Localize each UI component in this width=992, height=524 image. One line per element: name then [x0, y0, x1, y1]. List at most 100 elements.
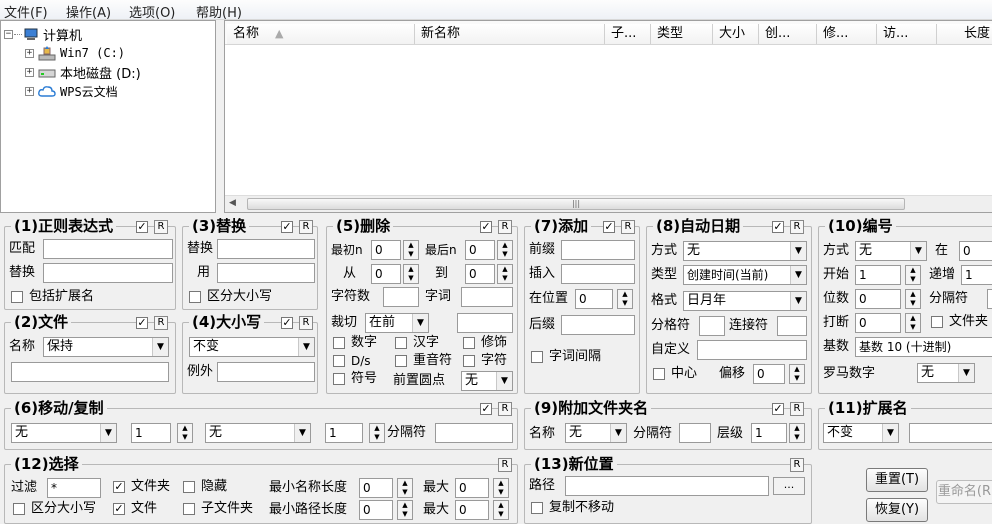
- file-name-input[interactable]: [11, 362, 169, 382]
- col-sub[interactable]: 子...: [605, 24, 651, 44]
- num-folder-checkbox[interactable]: [931, 316, 943, 328]
- select-reset-button[interactable]: R: [498, 458, 512, 472]
- tree-item-d[interactable]: + 本地磁盘 (D:): [25, 63, 141, 82]
- date-custom-input[interactable]: [697, 340, 807, 360]
- regex-replace-input[interactable]: [43, 263, 173, 283]
- num-break-input[interactable]: 0: [855, 313, 901, 333]
- expand-icon[interactable]: +: [25, 86, 34, 96]
- num-digits-spinner[interactable]: ▲ ▼: [905, 289, 921, 309]
- col-newname[interactable]: 新名称: [415, 24, 605, 44]
- file-enable-checkbox[interactable]: ✓: [136, 317, 148, 329]
- hidden-checkbox[interactable]: [183, 481, 195, 493]
- col-accessed[interactable]: 访...: [877, 24, 937, 44]
- restore-button[interactable]: 恢复(Y): [866, 498, 928, 522]
- pane-splitter[interactable]: [216, 20, 224, 213]
- scroll-thumb[interactable]: |||: [247, 198, 905, 210]
- col-created[interactable]: 创...: [759, 24, 817, 44]
- date-sep-input[interactable]: [699, 316, 725, 336]
- num-base-select[interactable]: 基数 10 (十进制): [855, 337, 992, 357]
- num-start-spinner[interactable]: ▲ ▼: [905, 265, 921, 285]
- hanzi-checkbox[interactable]: [395, 337, 407, 349]
- browse-button[interactable]: ...: [773, 477, 805, 495]
- to-spinner[interactable]: ▲ ▼: [497, 264, 513, 284]
- digits-checkbox[interactable]: [333, 337, 345, 349]
- ds-checkbox[interactable]: [333, 355, 345, 367]
- with-input[interactable]: [217, 263, 315, 283]
- delete-reset-button[interactable]: R: [498, 220, 512, 234]
- from-input[interactable]: 0: [371, 264, 401, 284]
- trim-checkbox[interactable]: [463, 337, 475, 349]
- case-reset-button[interactable]: R: [299, 316, 313, 330]
- append-level-spinner[interactable]: ▲ ▼: [789, 423, 805, 443]
- files-checkbox[interactable]: ✓: [113, 503, 125, 515]
- min-name-input[interactable]: 0: [359, 478, 393, 498]
- newloc-reset-button[interactable]: R: [790, 458, 804, 472]
- max-name-spinner[interactable]: ▲ ▼: [493, 478, 509, 498]
- append-name-select[interactable]: 无 ▼: [565, 423, 627, 443]
- path-input[interactable]: [565, 476, 769, 496]
- col-name[interactable]: 名称 ▲: [227, 24, 415, 44]
- folder-tree[interactable]: − 计算机 + Win7 (C:) + 本地磁盘 (D:) + WPS云文档: [0, 20, 216, 213]
- append-sep-input[interactable]: [679, 423, 711, 443]
- select-case-checkbox[interactable]: [13, 503, 25, 515]
- move-reset-button[interactable]: R: [498, 402, 512, 416]
- num-sep-input[interactable]: [987, 289, 992, 309]
- date-type-select[interactable]: 创建时间(当前) ▼: [683, 265, 807, 285]
- add-enable-checkbox[interactable]: ✓: [603, 221, 615, 233]
- except-input[interactable]: [217, 362, 315, 382]
- append-enable-checkbox[interactable]: ✓: [772, 403, 784, 415]
- from-spinner[interactable]: ▲ ▼: [403, 264, 419, 284]
- num-mode-select[interactable]: 无 ▼: [855, 241, 927, 261]
- menu-help[interactable]: 帮助(H): [196, 2, 242, 21]
- words-input[interactable]: [461, 287, 513, 307]
- suffix-input[interactable]: [561, 315, 635, 335]
- first-n-input[interactable]: 0: [371, 240, 401, 260]
- max-path-input[interactable]: 0: [455, 500, 489, 520]
- col-modified[interactable]: 修...: [817, 24, 877, 44]
- file-list[interactable]: 名称 ▲ 新名称 子... 类型 大小 创... 修... 访... 长度 ◀ |…: [224, 20, 992, 213]
- crop-select[interactable]: 在前 ▼: [365, 313, 429, 333]
- move-count-spinner[interactable]: ▲ ▼: [177, 423, 193, 443]
- chars-input[interactable]: [383, 287, 419, 307]
- num-start-input[interactable]: 1: [855, 265, 901, 285]
- num-roman-select[interactable]: 无 ▼: [917, 363, 975, 383]
- subfolders-checkbox[interactable]: [183, 503, 195, 515]
- offset-spinner[interactable]: ▲ ▼: [789, 364, 805, 384]
- filter-input[interactable]: *: [47, 478, 101, 498]
- file-reset-button[interactable]: R: [154, 316, 168, 330]
- max-name-input[interactable]: 0: [455, 478, 489, 498]
- move-to-count-input[interactable]: 1: [325, 423, 363, 443]
- date-format-select[interactable]: 日月年 ▼: [683, 291, 807, 311]
- min-name-spinner[interactable]: ▲ ▼: [397, 478, 413, 498]
- autodate-reset-button[interactable]: R: [790, 220, 804, 234]
- replace-enable-checkbox[interactable]: ✓: [281, 221, 293, 233]
- lead-dots-select[interactable]: 无 ▼: [461, 371, 513, 391]
- first-n-spinner[interactable]: ▲ ▼: [403, 240, 419, 260]
- symbols-checkbox[interactable]: [333, 373, 345, 385]
- date-conn-input[interactable]: [777, 316, 807, 336]
- ext-select[interactable]: 不变 ▼: [823, 423, 899, 443]
- at-pos-input[interactable]: 0: [575, 289, 613, 309]
- append-level-input[interactable]: 1: [751, 423, 787, 443]
- case-enable-checkbox[interactable]: ✓: [281, 317, 293, 329]
- scroll-left-icon[interactable]: ◀: [229, 198, 236, 208]
- center-checkbox[interactable]: [653, 368, 665, 380]
- max-path-spinner[interactable]: ▲ ▼: [493, 500, 509, 520]
- regex-enable-checkbox[interactable]: ✓: [136, 221, 148, 233]
- copy-not-move-checkbox[interactable]: [531, 502, 543, 514]
- tree-item-c[interactable]: + Win7 (C:): [25, 44, 125, 62]
- move-enable-checkbox[interactable]: ✓: [480, 403, 492, 415]
- case-select[interactable]: 不变 ▼: [189, 337, 315, 357]
- autodate-enable-checkbox[interactable]: ✓: [772, 221, 784, 233]
- include-ext-checkbox[interactable]: [11, 291, 23, 303]
- col-size[interactable]: 大小: [713, 24, 759, 44]
- menu-options[interactable]: 选项(O): [129, 2, 175, 21]
- col-type[interactable]: 类型: [651, 24, 713, 44]
- menu-file[interactable]: 文件(F): [4, 2, 48, 21]
- at-pos-spinner[interactable]: ▲ ▼: [617, 289, 633, 309]
- replace-input[interactable]: [217, 239, 315, 259]
- move-count-input[interactable]: 1: [131, 423, 171, 443]
- insert-input[interactable]: [561, 264, 635, 284]
- folders-checkbox[interactable]: ✓: [113, 481, 125, 493]
- min-path-spinner[interactable]: ▲ ▼: [397, 500, 413, 520]
